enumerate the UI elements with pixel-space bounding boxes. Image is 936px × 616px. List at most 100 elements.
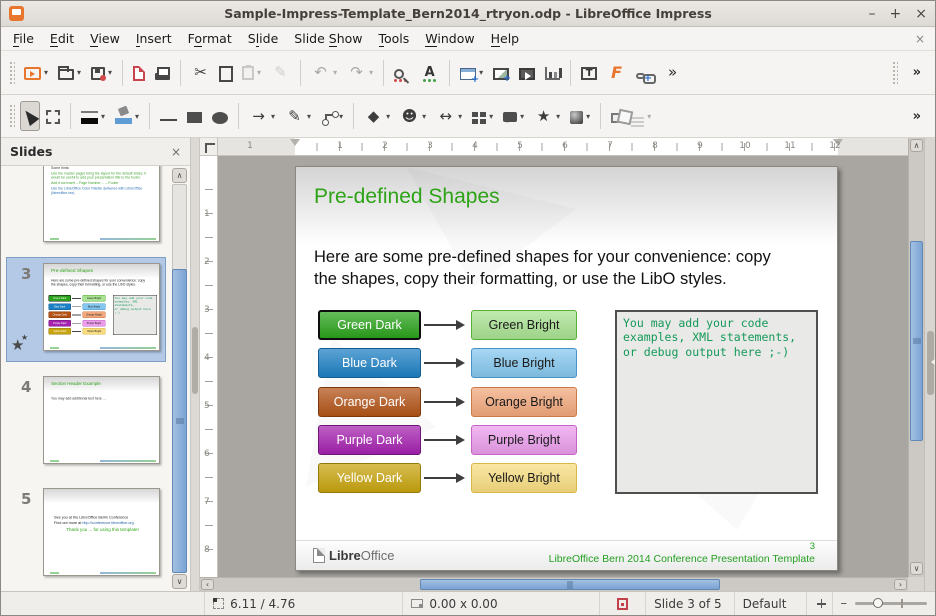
slide-thumbnail-2[interactable]: How to space for your own text ....Some …	[43, 166, 160, 242]
slide-page[interactable]: Pre-defined Shapes Here are some pre-def…	[295, 166, 838, 571]
save-button[interactable]: ▾	[87, 58, 116, 88]
insert-hyperlink-button[interactable]	[632, 58, 657, 88]
toolbar-more-button[interactable]: »	[903, 58, 931, 88]
symbol-shapes-button[interactable]: ☻▾	[396, 101, 430, 131]
minimize-button[interactable]: –	[869, 2, 876, 26]
cursor-position-cell[interactable]: 6.11 / 4.76	[205, 592, 403, 615]
zoom-slider-handle[interactable]	[873, 598, 883, 608]
connector-arrow[interactable]	[424, 362, 462, 364]
dropdown-caret-icon[interactable]: ▾	[422, 112, 426, 121]
dropdown-caret-icon[interactable]: ▾	[257, 68, 261, 77]
menu-format[interactable]: Format	[180, 28, 240, 49]
dropdown-caret-icon[interactable]: ▾	[586, 112, 590, 121]
dropdown-caret-icon[interactable]: ▾	[271, 112, 275, 121]
menu-view[interactable]: View	[82, 28, 128, 49]
dropdown-caret-icon[interactable]: ▾	[458, 112, 462, 121]
dropdown-caret-icon[interactable]: ▾	[369, 68, 373, 77]
open-button[interactable]: ▾	[54, 58, 85, 88]
shape-orange-dark[interactable]: Orange Dark	[318, 387, 421, 417]
curves-and-polygons-button[interactable]: ✎▾	[281, 101, 315, 131]
dropdown-caret-icon[interactable]: ▾	[339, 112, 343, 121]
flowchart-shapes-button[interactable]: ▾	[468, 101, 497, 131]
insert-media-button[interactable]	[515, 58, 539, 88]
scroll-down-icon[interactable]: ∨	[910, 562, 923, 575]
sidebar-toggle-handle[interactable]	[927, 331, 934, 395]
cut-button[interactable]: ✂	[187, 58, 214, 88]
shape-purple-bright[interactable]: Purple Bright	[471, 425, 577, 455]
indent-marker-left[interactable]	[290, 139, 300, 146]
3d-objects-button[interactable]: ▾	[566, 101, 594, 131]
slide-title[interactable]: Pre-defined Shapes	[314, 185, 500, 209]
vertical-ruler[interactable]: 12345678	[200, 156, 218, 577]
dropdown-caret-icon[interactable]: ▾	[108, 68, 112, 77]
menu-file[interactable]: File	[5, 28, 42, 49]
print-button[interactable]	[151, 58, 174, 88]
vertical-scrollbar-thumb[interactable]	[910, 241, 923, 441]
toolbar-overflow-button[interactable]: »	[659, 58, 686, 88]
insert-textbox-button[interactable]: T	[577, 58, 601, 88]
dropdown-caret-icon[interactable]: ▾	[307, 112, 311, 121]
marquee-zoom-button[interactable]	[42, 101, 64, 131]
block-arrows-button[interactable]: ↔▾	[432, 101, 466, 131]
shape-yellow-bright[interactable]: Yellow Bright	[471, 463, 577, 493]
vertical-scrollbar[interactable]: ∧ ∨	[908, 138, 924, 591]
dropdown-caret-icon[interactable]: ▾	[556, 112, 560, 121]
maximize-button[interactable]: +	[890, 2, 902, 26]
insert-table-button[interactable]: ▾	[456, 58, 487, 88]
horizontal-scrollbar-thumb[interactable]	[420, 579, 720, 590]
export-pdf-button[interactable]	[129, 58, 149, 88]
code-example-box[interactable]: You may add your codeexamples, XML state…	[615, 310, 818, 494]
menu-insert[interactable]: Insert	[128, 28, 180, 49]
menu-window[interactable]: Window	[417, 28, 482, 49]
dropdown-caret-icon[interactable]: ▾	[135, 112, 139, 121]
horizontal-ruler[interactable]: 1123456789101112	[218, 138, 908, 156]
connectors-button[interactable]: ▾	[317, 101, 347, 131]
splitter-handle[interactable]	[192, 327, 198, 394]
fit-slide-cell[interactable]	[807, 592, 833, 615]
insert-line-button[interactable]	[156, 101, 181, 131]
dropdown-caret-icon[interactable]: ▾	[386, 112, 390, 121]
find-replace-button[interactable]	[390, 58, 414, 88]
toolbar-grip[interactable]	[8, 103, 15, 129]
fontwork-button[interactable]: F	[603, 58, 630, 88]
menu-help[interactable]: Help	[483, 28, 528, 49]
slide-style-cell[interactable]: Default	[735, 592, 807, 615]
shape-green-bright[interactable]: Green Bright	[471, 310, 577, 340]
dropdown-caret-icon[interactable]: ▾	[77, 68, 81, 77]
slide-info-cell[interactable]: Slide 3 of 5	[646, 592, 735, 615]
line-style-button[interactable]: ▾	[77, 101, 109, 131]
panel-scroll-down-icon[interactable]: ∨	[172, 574, 187, 589]
rotate-button[interactable]	[607, 101, 625, 131]
basic-shapes-button[interactable]: ◆▾	[360, 101, 394, 131]
slide-thumbnail-5[interactable]: See you at the LibreOffice Berlin Confer…	[43, 488, 160, 576]
panel-scrollbar-thumb[interactable]	[172, 269, 187, 573]
shape-purple-dark[interactable]: Purple Dark	[318, 425, 421, 455]
spelling-button[interactable]: A	[416, 58, 443, 88]
slide-thumbnail-4[interactable]: Section Header ExampleYou may add additi…	[43, 376, 160, 464]
menu-tools[interactable]: Tools	[371, 28, 418, 49]
close-button[interactable]: ×	[915, 2, 927, 26]
object-size-cell[interactable]: 0.00 x 0.00	[403, 592, 599, 615]
select-button[interactable]	[20, 101, 40, 131]
scroll-right-icon[interactable]: ›	[894, 579, 907, 590]
lines-and-arrows-button[interactable]: →▾	[245, 101, 279, 131]
connector-arrow[interactable]	[424, 324, 462, 326]
slide-body-text[interactable]: Here are some pre-defined shapes for you…	[314, 247, 829, 291]
dropdown-caret-icon[interactable]: ▾	[479, 68, 483, 77]
callout-shapes-button[interactable]: ▾	[499, 101, 528, 131]
horizontal-scrollbar[interactable]: ‹ ›	[200, 577, 908, 591]
connector-arrow[interactable]	[424, 439, 462, 441]
new-presentation-button[interactable]: ▾	[20, 58, 52, 88]
zoom-out-icon[interactable]: –	[841, 596, 848, 611]
slide-thumbnail-3[interactable]: Pre-defined ShapesHere are some pre-defi…	[43, 263, 160, 351]
zoom-slider-track[interactable]	[855, 602, 927, 605]
star-shapes-button[interactable]: ★▾	[530, 101, 564, 131]
shape-green-dark[interactable]: Green Dark	[318, 310, 421, 340]
ellipse-button[interactable]	[208, 101, 232, 131]
sidebar-toggle-strip[interactable]	[924, 138, 935, 591]
scroll-left-icon[interactable]: ‹	[201, 579, 214, 590]
toolbar-more-button[interactable]: »	[903, 101, 931, 131]
close-document-icon[interactable]: ×	[915, 32, 931, 46]
toolbar-grip[interactable]	[8, 60, 15, 86]
connector-arrow[interactable]	[424, 401, 462, 403]
